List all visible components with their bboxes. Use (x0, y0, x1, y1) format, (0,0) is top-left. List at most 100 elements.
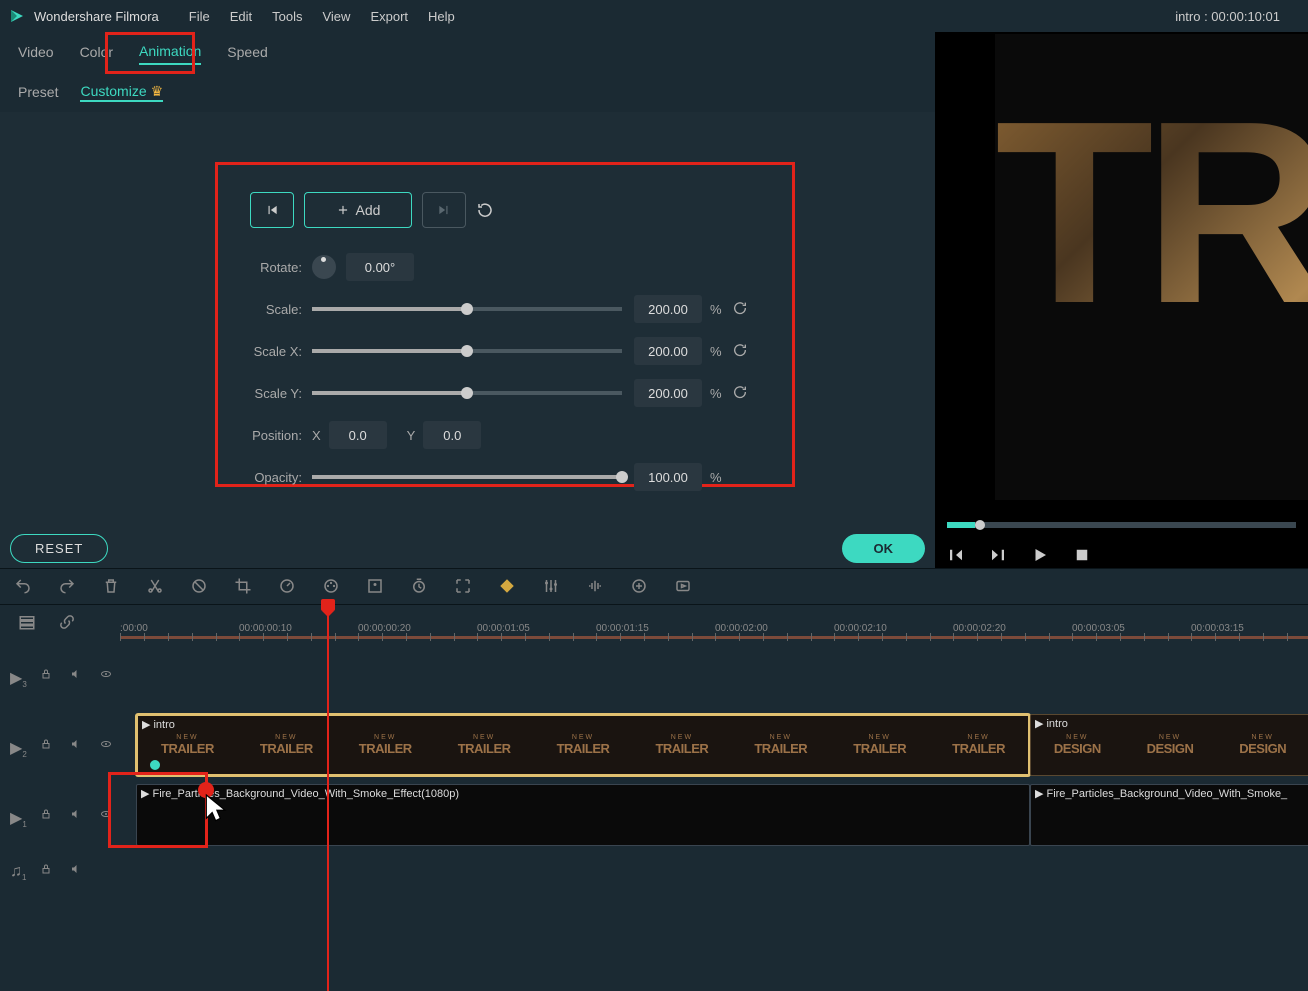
menubar: File Edit Tools View Export Help (189, 9, 1175, 24)
scale-reset-icon[interactable] (732, 300, 750, 318)
play-small-icon: ▶ (1035, 717, 1043, 730)
opacity-slider[interactable] (312, 475, 622, 479)
menu-export[interactable]: Export (370, 9, 408, 24)
delete-icon[interactable] (102, 577, 122, 597)
keyframe-icon[interactable] (498, 577, 518, 597)
greenscreen-icon[interactable] (366, 577, 386, 597)
track-type-icon[interactable]: ▶3 (10, 668, 24, 682)
lock-icon[interactable] (40, 808, 54, 822)
tab-preset[interactable]: Preset (18, 84, 58, 100)
scaley-label: Scale Y: (250, 386, 302, 401)
speed-icon[interactable] (278, 577, 298, 597)
redo-icon[interactable] (58, 577, 78, 597)
scalex-reset-icon[interactable] (732, 342, 750, 360)
opacity-label: Opacity: (250, 470, 302, 485)
clip-intro-2[interactable]: ▶intro NEWDESIGNNEWDESIGNNEWDESIGN (1030, 714, 1308, 776)
tab-customize[interactable]: Customize♛ (80, 83, 163, 102)
lock-icon[interactable] (40, 668, 54, 682)
scale-value[interactable]: 200.00 (634, 295, 702, 323)
menu-tools[interactable]: Tools (272, 9, 302, 24)
scaley-value[interactable]: 200.00 (634, 379, 702, 407)
track-v2: ▶2 ▶intro NEWTRAILERNEWTRAILERNEWTRAILER… (0, 710, 1308, 780)
track-type-icon[interactable]: ▶2 (10, 738, 24, 752)
visible-icon[interactable] (100, 668, 114, 682)
menu-help[interactable]: Help (428, 9, 455, 24)
tab-animation[interactable]: Animation (139, 39, 201, 65)
click-indicator (198, 782, 214, 798)
mute-icon[interactable] (70, 863, 84, 877)
play-small-icon: ▶ (1035, 787, 1043, 800)
mute-icon[interactable] (70, 668, 84, 682)
clip-fire-1[interactable]: ▶Fire_Particles_Background_Video_With_Sm… (136, 784, 1030, 846)
stop-button[interactable] (1073, 546, 1091, 564)
duration-icon[interactable] (410, 577, 430, 597)
scalex-slider[interactable] (312, 349, 622, 353)
tracks-icon[interactable] (18, 613, 38, 633)
pos-y-value[interactable]: 0.0 (423, 421, 481, 449)
menu-edit[interactable]: Edit (230, 9, 252, 24)
tab-color[interactable]: Color (80, 40, 113, 64)
crop-icon[interactable] (234, 577, 254, 597)
prohibit-icon[interactable] (190, 577, 210, 597)
pos-y-label: Y (407, 428, 416, 443)
position-label: Position: (250, 428, 302, 443)
track-type-icon[interactable]: ▶1 (10, 808, 24, 822)
menu-file[interactable]: File (189, 9, 210, 24)
keyframe-next-button[interactable] (422, 192, 466, 228)
tab-speed[interactable]: Speed (227, 40, 267, 64)
refresh-icon (476, 201, 494, 219)
mute-icon[interactable] (70, 738, 84, 752)
track-audio-icon[interactable]: ♫1 (10, 863, 24, 877)
pos-x-label: X (312, 428, 321, 443)
ok-button[interactable]: OK (842, 534, 926, 563)
audio-icon[interactable] (586, 577, 606, 597)
rotate-label: Rotate: (250, 260, 302, 275)
menu-view[interactable]: View (322, 9, 350, 24)
crown-icon: ♛ (151, 83, 164, 99)
next-frame-button[interactable] (989, 546, 1007, 564)
clip-fire-2[interactable]: ▶Fire_Particles_Background_Video_With_Sm… (1030, 784, 1308, 846)
pos-x-value[interactable]: 0.0 (329, 421, 387, 449)
scale-slider[interactable] (312, 307, 622, 311)
app-name: Wondershare Filmora (34, 9, 159, 24)
visible-icon[interactable] (100, 808, 114, 822)
timeline-header: :00:0000:00:00:1000:00:00:2000:00:01:050… (0, 604, 1308, 640)
render-icon[interactable] (674, 577, 694, 597)
clip-name: intro (1046, 718, 1067, 730)
scaley-slider[interactable] (312, 391, 622, 395)
visible-icon[interactable] (100, 738, 114, 752)
link-icon[interactable] (58, 613, 78, 633)
preview-scrubber[interactable] (947, 522, 1296, 528)
scalex-value[interactable]: 200.00 (634, 337, 702, 365)
opacity-value[interactable]: 100.00 (634, 463, 702, 491)
cut-icon[interactable] (146, 577, 166, 597)
keyframe-add-button[interactable]: Add (304, 192, 412, 228)
clip-intro-1[interactable]: ▶intro NEWTRAILERNEWTRAILERNEWTRAILERNEW… (136, 714, 1030, 776)
clip-time: intro : 00:00:10:01 (1175, 9, 1280, 24)
timeline-ruler[interactable]: :00:0000:00:00:1000:00:00:2000:00:01:050… (120, 605, 1308, 641)
tabs-secondary: Preset Customize♛ (0, 72, 935, 112)
mark-icon[interactable] (630, 577, 650, 597)
keyframe-sync-button[interactable] (476, 196, 504, 224)
mute-icon[interactable] (70, 808, 84, 822)
keyframe-marker[interactable] (150, 760, 160, 770)
fit-icon[interactable] (454, 577, 474, 597)
scalex-pct: % (710, 344, 722, 359)
rotate-dial[interactable] (312, 255, 336, 279)
scaley-reset-icon[interactable] (732, 384, 750, 402)
undo-icon[interactable] (14, 577, 34, 597)
tab-video[interactable]: Video (18, 40, 54, 64)
playhead[interactable] (327, 605, 329, 991)
reset-button[interactable]: RESET (10, 534, 108, 563)
lock-icon[interactable] (40, 863, 54, 877)
play-button[interactable] (1031, 546, 1049, 564)
prev-frame-button[interactable] (947, 546, 965, 564)
rotate-value[interactable]: 0.00° (346, 253, 414, 281)
add-label: Add (356, 202, 381, 218)
scalex-label: Scale X: (250, 344, 302, 359)
preview-viewport[interactable]: TRA (995, 34, 1308, 500)
lock-icon[interactable] (40, 738, 54, 752)
keyframe-prev-button[interactable] (250, 192, 294, 228)
color-icon[interactable] (322, 577, 342, 597)
adjust-icon[interactable] (542, 577, 562, 597)
